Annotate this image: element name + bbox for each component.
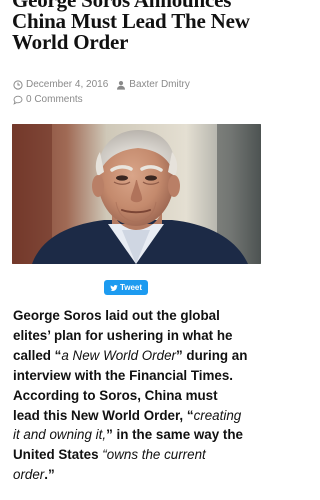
article-hero-image	[12, 124, 261, 264]
body-line: it and owning it,” in the same way the	[13, 425, 271, 445]
post-author[interactable]: Baxter Dmitry	[129, 78, 190, 92]
body-line: According to Soros, China must	[13, 387, 218, 403]
body-text-run: lead this New World Order, “	[13, 407, 194, 423]
quote-emphasis: a New World Order	[61, 347, 176, 363]
meta-row-date-author: December 4, 2016 Baxter Dmitry	[13, 78, 263, 92]
article-body: George Soros laid out the global elites’…	[13, 306, 271, 485]
comments-link[interactable]: 0 Comments	[26, 93, 83, 107]
body-line: interview with the Financial Times.	[13, 367, 234, 383]
body-line: elites’ plan for ushering in what he	[13, 327, 233, 343]
post-date[interactable]: December 4, 2016	[26, 78, 108, 92]
body-line: order.”	[13, 465, 271, 485]
body-text-run: called “	[13, 347, 62, 363]
body-text-run: .”	[44, 467, 55, 483]
comment-icon	[13, 95, 23, 105]
body-text-run: ” in the same way the	[106, 427, 243, 443]
twitter-bird-icon	[110, 284, 118, 291]
body-line: lead this New World Order, “creating	[13, 406, 271, 426]
quote-emphasis: order	[13, 467, 45, 483]
body-line: United States “owns the current	[13, 445, 271, 465]
body-line: called “a New World Order” during an	[13, 346, 271, 366]
quote-emphasis: “owns the current	[102, 447, 206, 463]
meta-row-comments: 0 Comments	[13, 93, 263, 107]
body-line: George Soros laid out the global	[13, 308, 220, 323]
title-line: World Order	[12, 30, 129, 54]
quote-emphasis: creating	[193, 407, 242, 423]
article-title: George Soros Announces China Must Lead T…	[12, 0, 264, 53]
tweet-button[interactable]: Tweet	[104, 280, 148, 295]
quote-emphasis: it and owning it,	[13, 427, 107, 443]
article-meta: December 4, 2016 Baxter Dmitry 0 Comment…	[13, 78, 263, 107]
tweet-label: Tweet	[119, 283, 143, 292]
body-text-run: ” during an	[175, 347, 248, 363]
portrait-photo	[12, 124, 261, 264]
body-text-run: United States	[13, 447, 103, 463]
user-icon	[116, 80, 126, 90]
clock-icon	[13, 80, 23, 90]
